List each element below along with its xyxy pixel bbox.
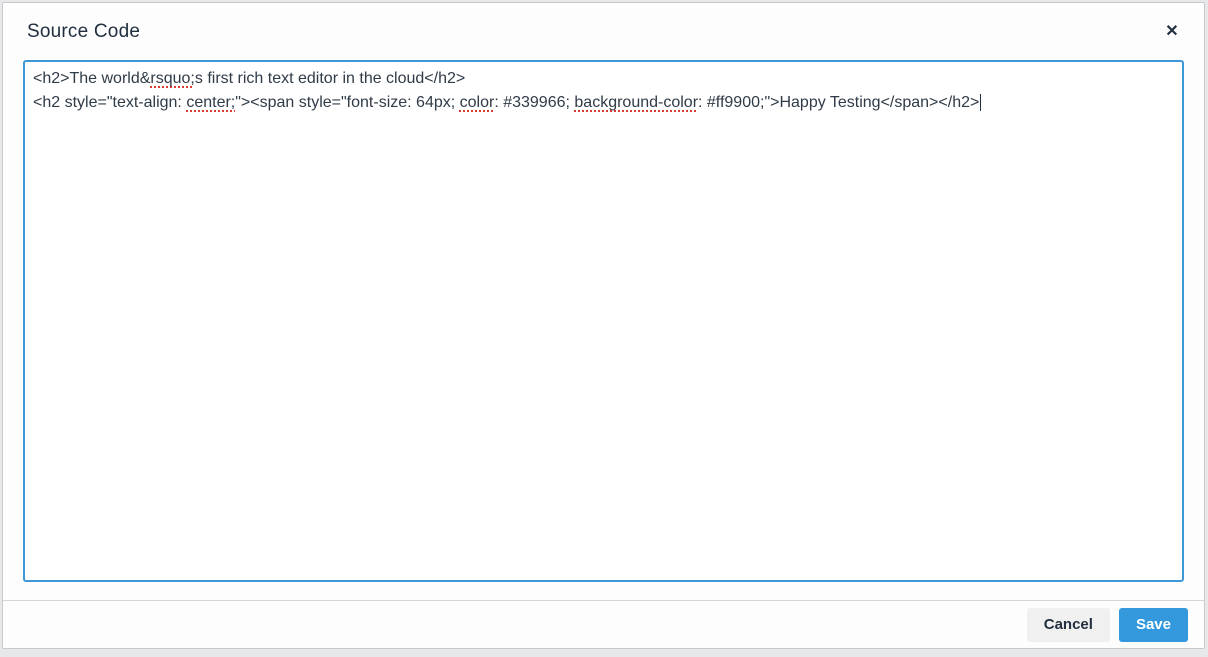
close-icon: ✕ xyxy=(1165,22,1179,40)
source-code-textarea[interactable]: <h2>The world&rsquo;s first rich text ed… xyxy=(23,60,1184,582)
dialog-footer: Cancel Save xyxy=(3,601,1204,648)
source-code-dialog: Source Code ✕ <h2>The world&rsquo;s firs… xyxy=(2,2,1205,649)
code-line: <h2 style="text-align: center;"><span st… xyxy=(33,91,1174,115)
code-segment: <h2 style="text-align: xyxy=(33,94,187,111)
cancel-button[interactable]: Cancel xyxy=(1026,607,1110,642)
code-segment: background-color xyxy=(574,94,699,111)
text-caret xyxy=(980,94,982,111)
close-button[interactable]: ✕ xyxy=(1154,14,1190,50)
code-segment: center; xyxy=(186,94,236,111)
save-button[interactable]: Save xyxy=(1118,607,1188,642)
dialog-body: <h2>The world&rsquo;s first rich text ed… xyxy=(3,60,1204,600)
code-segment: color xyxy=(459,94,495,111)
code-segment: : #339966; xyxy=(494,94,575,111)
dialog-title: Source Code xyxy=(27,20,141,42)
code-segment: "><span style="font-size: 64px; xyxy=(235,94,460,111)
code-segment: rsquo; xyxy=(150,70,195,87)
code-segment: <h2>The world& xyxy=(33,70,151,87)
code-segment: s first rich text editor in the cloud</h… xyxy=(194,70,466,87)
dialog-header: Source Code ✕ xyxy=(3,3,1204,60)
code-segment: : #ff9900;">Happy Testing</span></h2> xyxy=(698,94,980,111)
code-line: <h2>The world&rsquo;s first rich text ed… xyxy=(33,67,1174,91)
